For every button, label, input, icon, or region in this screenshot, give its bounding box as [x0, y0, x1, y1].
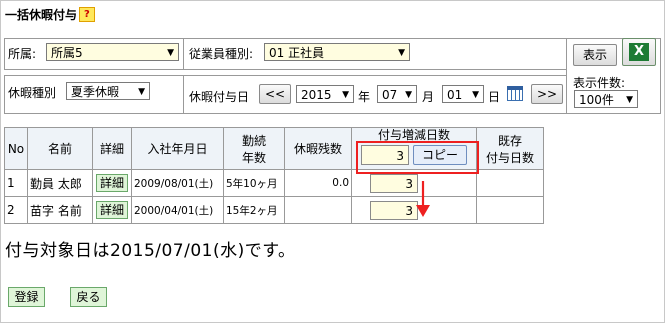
detail-button[interactable]: 詳細	[95, 201, 128, 219]
page-size-select-value: 100件	[579, 93, 614, 107]
table-row: 2 苗字 名前 詳細 2000/04/01(土) 15年2ヶ月 3	[4, 196, 544, 224]
col-existing-line2: 付与日数	[485, 150, 534, 165]
row-name: 勤員 太郎	[27, 169, 93, 197]
dept-select[interactable]: 所属5 ▼	[46, 43, 179, 61]
col-tenure: 勤続 年数	[223, 127, 285, 170]
chevron-down-icon: ▼	[342, 90, 349, 100]
row-remaining	[284, 196, 352, 224]
prev-year-button[interactable]: <<	[259, 84, 291, 104]
leave-type-select[interactable]: 夏季休暇 ▼	[66, 82, 150, 100]
row-remaining: 0.0	[284, 169, 352, 197]
detail-button[interactable]: 詳細	[95, 174, 128, 192]
day-select[interactable]: 01 ▼	[442, 85, 484, 103]
month-select[interactable]: 07 ▼	[377, 85, 417, 103]
back-button[interactable]: 戻る	[70, 287, 107, 307]
row-hire-date: 2000/04/01(土)	[131, 196, 224, 224]
grant-input[interactable]: 3	[370, 173, 418, 193]
col-existing-line1: 既存	[497, 133, 522, 148]
col-detail: 詳細	[92, 127, 132, 170]
row-tenure: 15年2ヶ月	[223, 196, 285, 224]
emp-type-label: 従業員種別:	[189, 47, 254, 61]
chevron-down-icon: ▼	[405, 90, 412, 100]
row-hire-date: 2009/08/01(土)	[131, 169, 224, 197]
chevron-down-icon: ▼	[472, 90, 479, 100]
row-no: 2	[4, 196, 28, 224]
dept-select-value: 所属5	[51, 46, 83, 60]
chevron-down-icon: ▼	[138, 87, 145, 97]
col-remaining: 休暇残数	[284, 127, 352, 170]
arrow-down-icon	[416, 181, 430, 217]
col-hire-date: 入社年月日	[131, 127, 224, 170]
page-size-label: 表示件数:	[573, 76, 626, 90]
help-icon[interactable]: ?	[79, 7, 95, 22]
col-no: No	[4, 127, 28, 170]
year-select[interactable]: 2015 ▼	[296, 85, 354, 103]
grant-input[interactable]: 3	[370, 200, 418, 220]
row-existing	[476, 196, 544, 224]
row-existing	[476, 169, 544, 197]
row-detail-cell: 詳細	[92, 169, 132, 197]
page-title: 一括休暇付与 ?	[5, 6, 95, 23]
page-size-select[interactable]: 100件 ▼	[574, 90, 638, 108]
day-select-value: 01	[447, 88, 463, 102]
chevron-down-icon: ▼	[167, 48, 174, 58]
year-select-value: 2015	[301, 88, 332, 102]
year-unit: 年	[358, 90, 371, 104]
col-grant-change-label: 付与増減日数	[377, 128, 450, 142]
grant-target-date-note: 付与対象日は2015/07/01(水)です。	[5, 241, 296, 261]
month-select-value: 07	[382, 88, 398, 102]
col-name: 名前	[27, 127, 93, 170]
grant-date-label: 休暇付与日	[189, 90, 250, 104]
display-button[interactable]: 表示	[573, 44, 617, 66]
row-tenure: 5年10ヶ月	[223, 169, 285, 197]
row-no: 1	[4, 169, 28, 197]
dept-label: 所属:	[8, 47, 37, 61]
chevron-down-icon: ▼	[626, 95, 633, 105]
page-title-text: 一括休暇付与	[5, 8, 78, 22]
highlight-box	[356, 141, 479, 174]
emp-type-select[interactable]: 01 正社員 ▼	[264, 43, 410, 61]
row-detail-cell: 詳細	[92, 196, 132, 224]
chevron-down-icon: ▼	[398, 48, 405, 58]
excel-icon: X	[629, 43, 649, 61]
calendar-icon[interactable]	[507, 86, 523, 101]
next-year-button[interactable]: >>	[531, 84, 563, 104]
col-tenure-line2: 年数	[241, 150, 266, 165]
col-existing: 既存 付与日数	[476, 127, 544, 170]
emp-type-select-value: 01 正社員	[269, 46, 325, 60]
row-name: 苗字 名前	[27, 196, 93, 224]
month-unit: 月	[422, 90, 435, 104]
register-button[interactable]: 登録	[8, 287, 45, 307]
col-tenure-line1: 勤続	[241, 133, 266, 148]
excel-export-button[interactable]: X	[622, 38, 656, 66]
day-unit: 日	[488, 90, 501, 104]
leave-type-select-value: 夏季休暇	[71, 85, 120, 99]
leave-type-label: 休暇種別	[8, 86, 57, 100]
